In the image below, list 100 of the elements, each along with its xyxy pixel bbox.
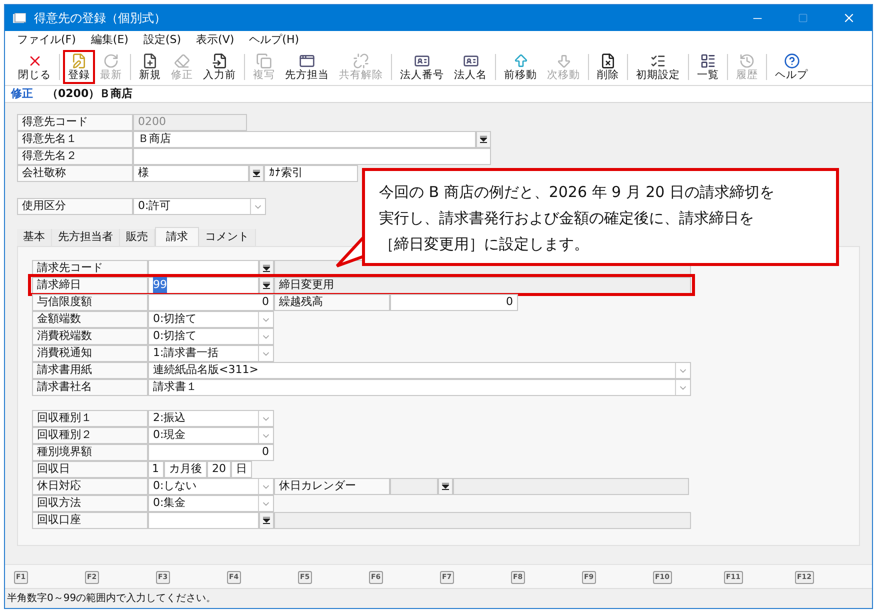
status-text: 半角数字0～99の範囲内で入力してください。 [7,592,216,606]
lookup-icon [442,483,449,490]
toolbar-button[interactable]: 法人名 [449,50,492,84]
input-field[interactable]: 様 [133,165,249,182]
dropdown-field[interactable]: 0:切捨て [148,311,274,328]
menu-item[interactable]: 表示(V) [196,32,234,48]
checklist-icon [650,52,666,68]
input-field[interactable]: 20 [207,461,231,478]
dropdown-field[interactable]: 0:集金 [148,495,274,512]
toolbar-button[interactable]: 前移動 [499,50,542,84]
field-label: 請求書社名 [32,379,148,396]
list-window-icon [700,52,716,68]
lookup-button[interactable] [259,277,274,294]
input-field[interactable]: 1 [148,461,164,478]
dropdown-field[interactable]: 連続紙品名版<311> [148,362,691,379]
amount-field[interactable]: 0 [390,294,518,311]
close-icon[interactable] [842,11,856,25]
menu-item[interactable]: 編集(E) [90,32,128,48]
lookup-icon [480,136,487,143]
unit-label: 日 [231,461,252,478]
card-icon [462,52,478,68]
dropdown-field[interactable]: 請求書１ [148,379,691,396]
toolbar-button[interactable]: 新規 [134,50,166,84]
window-icon [299,52,315,68]
field-label: 請求書用紙 [32,362,148,379]
field-label: 回収口座 [32,512,148,529]
dropdown-field[interactable]: 0:切捨て [148,328,274,345]
field-label: 得意先名２ [17,148,133,165]
toolbar-button[interactable]: 初期設定 [631,50,685,84]
tab[interactable]: 基本 [17,229,52,246]
lookup-icon [263,265,270,272]
toolbar-button[interactable]: 登録 [63,50,95,84]
input-field[interactable]: 99 [148,277,259,294]
toolbar-button[interactable]: 削除 [592,50,624,84]
lookup-icon [263,282,270,289]
field-label: 消費税端数 [32,328,148,345]
toolbar-button[interactable]: ヘルプ [770,50,813,84]
record-title: （0200）Ｂ商店 [47,86,133,102]
tab[interactable]: 請求 [155,227,199,246]
toolbar-button[interactable]: 入力前 [198,50,241,84]
lookup-icon [253,170,260,177]
menu-item[interactable]: 設定(S) [143,32,182,48]
tab[interactable]: 先方担当者 [52,229,120,246]
card-icon [414,52,430,68]
lookup-button[interactable] [476,131,491,148]
input-field[interactable] [148,512,259,529]
dropdown-field[interactable]: 2:振込 [148,410,274,427]
callout-box: 今回の B 商店の例だと、2026 年 9 月 20 日の請求締切を 実行し、請求書発行および金額の確定後に、請求締日を ［締日変更用］に設定します。 [362,168,839,266]
lookup-button[interactable] [249,165,264,182]
lookup-button[interactable] [259,512,274,529]
field-label: 休日対応 [32,478,148,495]
field-label: 請求締日 [32,277,148,294]
input-field[interactable]: Ｂ商店 [133,131,476,148]
mode-label: 修正 [10,86,34,102]
amount-field[interactable]: 0 [148,444,274,461]
field-label: 会社敬称 [17,165,133,182]
refresh-icon [103,52,119,68]
menu-item[interactable]: ファイル(F) [17,32,76,48]
field-label: 得意先コード [17,114,133,131]
field-label: 休日カレンダー [274,478,390,495]
input-field: 0200 [133,114,247,131]
tab[interactable]: コメント [199,229,256,246]
help-icon [784,52,800,68]
toolbar-button[interactable]: 先方担当 [280,50,334,84]
field-label: 与信限度額 [32,294,148,311]
input-value: 99 [153,277,167,294]
arrow-up-icon [512,52,528,68]
copy-icon [256,52,272,68]
history-icon [739,52,755,68]
field-label: 消費税通知 [32,345,148,362]
input-field[interactable] [390,478,438,495]
toolbar-button[interactable]: 法人番号 [395,50,449,84]
new-page-icon [142,52,158,68]
field-label: 種別境界額 [32,444,148,461]
unit-label: カ月後 [164,461,207,478]
maximize-icon[interactable] [798,13,808,23]
dropdown-field[interactable]: 0:しない [148,478,274,495]
lookup-button[interactable] [438,478,453,495]
field-label: 回収種別２ [32,427,148,444]
name-display: 締日変更用 [274,277,691,294]
lookup-icon [263,517,270,524]
app-icon [13,12,26,24]
amount-field[interactable]: 0 [148,294,274,311]
input-field[interactable] [133,148,491,165]
tab[interactable]: 販売 [120,229,155,246]
eraser-icon [174,52,190,68]
dropdown-field[interactable]: 1:請求書一括 [148,345,274,362]
field-label: 使用区分 [17,198,133,215]
menu-item[interactable]: ヘルプ(H) [249,32,300,48]
delete-icon [600,52,616,68]
field-label: 回収日 [32,461,148,478]
dropdown-field[interactable]: 0:現金 [148,427,274,444]
toolbar-button[interactable]: 一覧 [692,50,724,84]
field-label: 金額端数 [32,311,148,328]
page-arrow-icon [212,52,228,68]
field-label: 得意先名１ [17,131,133,148]
dropdown-field[interactable]: 0:許可 [133,198,266,215]
unlink-icon [353,52,369,68]
field-label: 回収方法 [32,495,148,512]
toolbar-button[interactable]: 閉じる [13,50,56,84]
